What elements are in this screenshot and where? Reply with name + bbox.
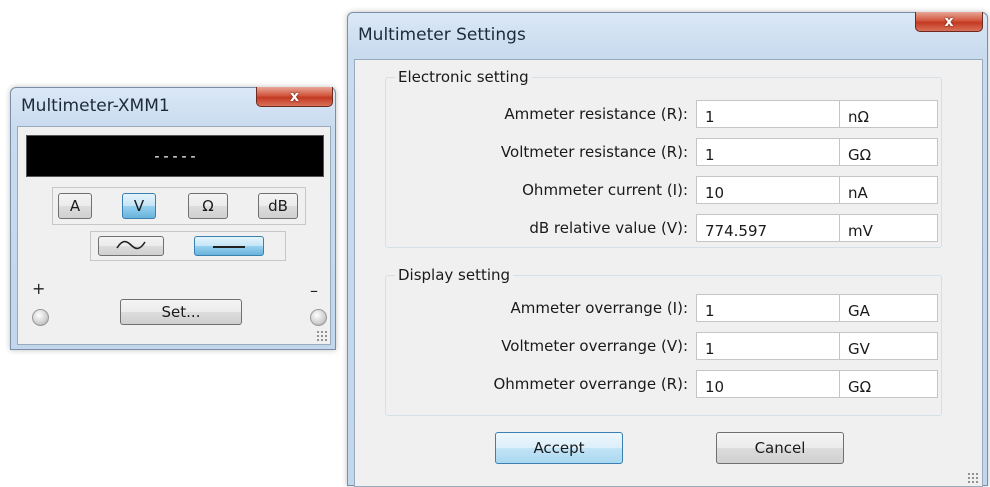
mode-button-ohmmeter[interactable]: Ω [188,193,228,219]
close-button[interactable]: x [915,12,983,32]
dc-line-icon [212,237,246,255]
close-icon: x [944,13,954,30]
electronic-setting-legend: Electronic setting [398,68,529,86]
ammeter-resistance-unit[interactable]: nΩ [839,100,938,128]
ohmmeter-current-unit[interactable]: nA [839,176,938,204]
close-icon: x [289,88,300,105]
electronic-setting-group: Electronic setting Ammeter resistance (R… [385,68,942,248]
cancel-button[interactable]: Cancel [716,432,844,464]
display-setting-group: Display setting Ammeter overrange (I): 1… [385,266,942,416]
field-label: Ammeter overrange (I): [510,299,688,317]
ammeter-overrange-input[interactable]: 1 [696,294,840,322]
ohmmeter-current-row: Ohmmeter current (I): 10 nA [386,176,941,204]
field-label: Ohmmeter current (I): [522,181,688,199]
resize-grip-icon[interactable] [967,472,979,484]
field-label: Voltmeter resistance (R): [500,143,688,161]
voltmeter-resistance-row: Voltmeter resistance (R): 1 GΩ [386,138,941,166]
multimeter-panel: ----- A V Ω dB + Set... – [17,126,331,345]
display-readout: ----- [152,147,198,165]
field-label: Voltmeter overrange (V): [501,337,688,355]
ammeter-overrange-row: Ammeter overrange (I): 1 GA [386,294,941,322]
settings-panel: Electronic setting Ammeter resistance (R… [354,59,983,487]
set-button[interactable]: Set... [120,299,242,325]
accept-button[interactable]: Accept [495,432,623,464]
ohmmeter-overrange-unit[interactable]: GΩ [839,370,938,398]
display-setting-legend: Display setting [398,266,511,284]
voltmeter-resistance-unit[interactable]: GΩ [839,138,938,166]
ammeter-overrange-unit[interactable]: GA [839,294,938,322]
ammeter-resistance-input[interactable]: 1 [696,100,840,128]
field-label: dB relative value (V): [529,219,688,237]
mode-button-ammeter[interactable]: A [58,193,92,219]
meter-display: ----- [26,135,324,177]
multimeter-window: Multimeter-XMM1 x ----- A V Ω dB + Set..… [10,87,336,350]
negative-terminal[interactable] [310,309,327,326]
close-button[interactable]: x [256,87,333,107]
db-relative-unit[interactable]: mV [839,214,938,242]
voltmeter-overrange-input[interactable]: 1 [696,332,840,360]
negative-terminal-label: – [310,281,318,300]
sine-wave-icon [116,237,146,255]
dc-mode-button[interactable] [194,236,264,256]
voltmeter-overrange-row: Voltmeter overrange (V): 1 GV [386,332,941,360]
voltmeter-overrange-unit[interactable]: GV [839,332,938,360]
ammeter-resistance-row: Ammeter resistance (R): 1 nΩ [386,100,941,128]
ohmmeter-current-input[interactable]: 10 [696,176,840,204]
mode-button-decibel[interactable]: dB [258,193,298,219]
ac-mode-button[interactable] [98,236,164,256]
field-label: Ohmmeter overrange (R): [493,375,688,393]
ohmmeter-overrange-row: Ohmmeter overrange (R): 10 GΩ [386,370,941,398]
db-relative-input[interactable]: 774.597 [696,214,840,242]
positive-terminal-label: + [32,279,46,298]
resize-grip-icon[interactable] [316,330,328,342]
positive-terminal[interactable] [32,309,49,326]
ohmmeter-overrange-input[interactable]: 10 [696,370,840,398]
settings-title: Multimeter Settings [358,25,526,45]
field-label: Ammeter resistance (R): [504,105,688,123]
multimeter-title: Multimeter-XMM1 [21,96,170,116]
settings-dialog: Multimeter Settings x Electronic setting… [347,12,988,487]
voltmeter-resistance-input[interactable]: 1 [696,138,840,166]
db-relative-row: dB relative value (V): 774.597 mV [386,214,941,242]
mode-button-voltmeter[interactable]: V [122,193,156,219]
